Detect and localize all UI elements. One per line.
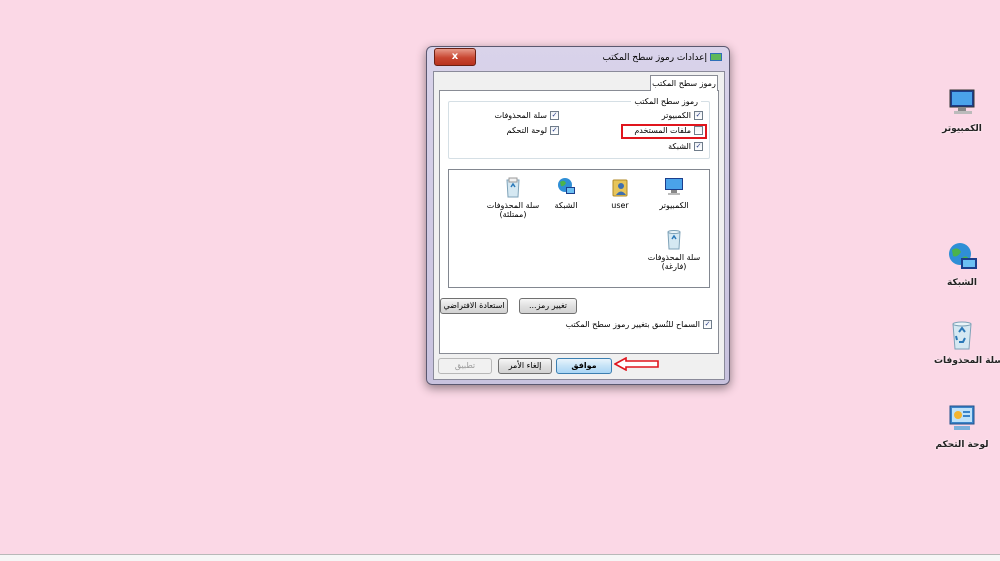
computer-icon	[945, 86, 979, 120]
desktop-icon-label: لوحة التحكم	[935, 440, 989, 450]
checkbox-label: الشبكة	[668, 142, 691, 151]
list-item-label: الكمبيوتر	[659, 201, 689, 210]
checkbox-control-panel[interactable]: ✓ لوحة التحكم	[507, 126, 559, 135]
close-button[interactable]: x	[434, 48, 476, 66]
computer-icon	[664, 176, 684, 198]
checkbox-network[interactable]: ✓ الشبكة	[668, 142, 703, 151]
desktop-icon-label: الشبكة	[947, 278, 977, 288]
checkbox-label: الكمبيوتر	[661, 111, 691, 120]
change-icon-button[interactable]: تغيير رمز...	[519, 298, 577, 314]
checkbox-box[interactable]: ✓	[550, 111, 559, 120]
desktop-icon-label: الكمبيوتر	[942, 124, 982, 134]
desktop-icon-recycle-bin[interactable]: سلة المحذوفات	[934, 318, 1000, 366]
list-item-label: الشبكة	[554, 201, 578, 210]
dialog-titlebar[interactable]: x إعدادات رموز سطح المكتب	[427, 47, 729, 71]
dialog-title: إعدادات رموز سطح المكتب	[602, 53, 707, 63]
highlight-box-annotation	[621, 124, 707, 139]
checkbox-label: السماح للنُسق بتغيير رموز سطح المكتب	[565, 320, 700, 329]
list-item[interactable]: الكمبيوتر	[646, 176, 702, 210]
list-item-label: user	[611, 201, 629, 210]
icon-preview-list[interactable]: الكمبيوتر user الشبكة سلة المحذوفات (ممت…	[448, 169, 710, 288]
network-icon	[945, 240, 979, 274]
recycle-bin-full-icon	[503, 176, 523, 198]
tab-desktop-icons[interactable]: رموز سطح المكتب	[650, 75, 718, 91]
cancel-button[interactable]: إلغاء الأمر	[498, 358, 552, 374]
list-item[interactable]: user	[592, 176, 648, 210]
red-arrow-annotation	[614, 357, 659, 371]
list-item-label: سلة المحذوفات (فارغة)	[647, 253, 701, 271]
list-item-label: سلة المحذوفات (ممتلئة)	[486, 201, 540, 219]
checkbox-label: لوحة التحكم	[506, 126, 547, 135]
user-folder-icon	[610, 176, 630, 198]
list-item[interactable]: سلة المحذوفات (ممتلئة)	[485, 176, 541, 219]
desktop-icon-settings-dialog: x إعدادات رموز سطح المكتب رموز سطح المكت…	[426, 46, 730, 385]
checkbox-box[interactable]: ✓	[694, 142, 703, 151]
desktop-icon-label: سلة المحذوفات	[934, 356, 1000, 366]
recycle-bin-icon	[945, 318, 979, 352]
network-icon	[556, 176, 576, 198]
checkbox-recycle-bin[interactable]: ✓ سلة المحذوفات	[494, 111, 559, 120]
control-panel-icon	[945, 402, 979, 436]
checkbox-label: سلة المحذوفات	[494, 111, 548, 120]
desktop-settings-icon	[710, 53, 722, 63]
list-item[interactable]: سلة المحذوفات (فارغة)	[646, 228, 702, 271]
recycle-bin-empty-icon	[664, 228, 684, 250]
dialog-client-area: رموز سطح المكتب رموز سطح المكتب ✓ الكمبي…	[433, 71, 725, 380]
checkbox-computer[interactable]: ✓ الكمبيوتر	[662, 111, 703, 120]
checkbox-allow-themes[interactable]: ✓ السماح للنُسق بتغيير رموز سطح المكتب	[566, 320, 712, 329]
desktop-icon-network[interactable]: الشبكة	[934, 240, 990, 288]
group-title: رموز سطح المكتب	[631, 97, 701, 106]
restore-default-button[interactable]: استعادة الافتراضي	[440, 298, 508, 314]
desktop-icon-computer[interactable]: الكمبيوتر	[934, 86, 990, 134]
desktop-icon-control-panel[interactable]: لوحة التحكم	[934, 402, 990, 450]
apply-button[interactable]: تطبيق	[438, 358, 492, 374]
checkbox-box[interactable]: ✓	[550, 126, 559, 135]
checkbox-box[interactable]: ✓	[703, 320, 712, 329]
checkbox-box[interactable]: ✓	[694, 111, 703, 120]
list-item[interactable]: الشبكة	[538, 176, 594, 210]
ok-button[interactable]: موافق	[556, 358, 612, 374]
